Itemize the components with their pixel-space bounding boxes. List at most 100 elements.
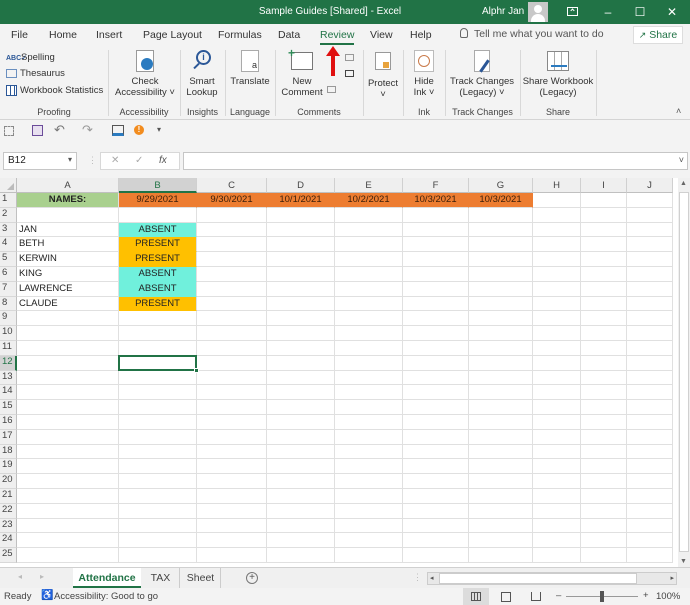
cell-j11[interactable] [627, 341, 673, 356]
cell-g12[interactable] [469, 355, 533, 371]
select-all-button[interactable] [0, 178, 17, 193]
scroll-up-icon[interactable]: ▲ [680, 180, 687, 187]
cell-g7[interactable] [469, 281, 533, 297]
cell-j9[interactable] [627, 311, 673, 327]
cell-a9[interactable] [17, 311, 119, 327]
scroll-right-icon[interactable]: ▸ [670, 574, 674, 582]
tab-file[interactable]: File [11, 29, 28, 41]
cell-a20[interactable] [17, 474, 119, 489]
tell-me-search[interactable]: Tell me what you want to do [460, 28, 604, 40]
cell-e20[interactable] [335, 474, 403, 489]
cell-a10[interactable] [17, 326, 119, 341]
tab-data[interactable]: Data [278, 29, 300, 41]
cell-f17[interactable] [403, 429, 469, 445]
save-icon[interactable] [32, 125, 43, 136]
thesaurus-button[interactable]: Thesaurus [6, 68, 65, 79]
row-header-7[interactable]: 7 [0, 281, 17, 297]
cell-h3[interactable] [533, 222, 581, 238]
zoom-out-button[interactable]: – [556, 590, 561, 601]
zoom-slider-thumb[interactable] [600, 591, 604, 602]
cell-e21[interactable] [335, 489, 403, 504]
cell-e6[interactable] [335, 267, 403, 282]
cell-b24[interactable] [119, 533, 197, 549]
row-header-2[interactable]: 2 [0, 207, 17, 223]
cell-a19[interactable] [17, 459, 119, 475]
cell-a21[interactable] [17, 489, 119, 504]
cell-f7[interactable] [403, 281, 469, 297]
cell-j16[interactable] [627, 415, 673, 430]
cell-h21[interactable] [533, 489, 581, 504]
cell-e3[interactable] [335, 222, 403, 238]
cell-b18[interactable] [119, 444, 197, 460]
cell-b10[interactable] [119, 326, 197, 341]
page-break-view-icon[interactable] [531, 592, 541, 601]
cell-a4[interactable]: BETH [17, 237, 119, 253]
cell-i25[interactable] [581, 548, 627, 563]
cell-e16[interactable] [335, 415, 403, 430]
cell-b25[interactable] [119, 548, 197, 563]
cell-c23[interactable] [197, 518, 267, 534]
cell-j23[interactable] [627, 518, 673, 534]
cell-c8[interactable] [197, 296, 267, 312]
cell-g5[interactable] [469, 252, 533, 267]
cell-c7[interactable] [197, 281, 267, 297]
row-header-6[interactable]: 6 [0, 267, 17, 282]
cell-g24[interactable] [469, 533, 533, 549]
row-header-9[interactable]: 9 [0, 311, 17, 327]
cell-h1[interactable] [533, 193, 581, 208]
cell-f15[interactable] [403, 400, 469, 415]
cell-f4[interactable] [403, 237, 469, 253]
row-header-23[interactable]: 23 [0, 518, 17, 534]
column-header-j[interactable]: J [627, 178, 673, 193]
cell-h15[interactable] [533, 400, 581, 415]
cell-j2[interactable] [627, 207, 673, 223]
cell-i5[interactable] [581, 252, 627, 267]
cell-f14[interactable] [403, 385, 469, 401]
warning-icon[interactable]: ! [134, 125, 144, 135]
cell-i11[interactable] [581, 341, 627, 356]
cell-j10[interactable] [627, 326, 673, 341]
cell-i14[interactable] [581, 385, 627, 401]
cell-g13[interactable] [469, 370, 533, 386]
cell-e1[interactable]: 10/2/2021 [335, 193, 403, 208]
cell-d11[interactable] [267, 341, 335, 356]
cell-g14[interactable] [469, 385, 533, 401]
cell-d24[interactable] [267, 533, 335, 549]
row-header-11[interactable]: 11 [0, 341, 17, 356]
cell-j21[interactable] [627, 489, 673, 504]
cell-h22[interactable] [533, 503, 581, 519]
cell-c2[interactable] [197, 207, 267, 223]
cell-e8[interactable] [335, 296, 403, 312]
cell-h13[interactable] [533, 370, 581, 386]
vertical-scrollbar[interactable]: ▲ ▼ [678, 178, 690, 567]
cell-d6[interactable] [267, 267, 335, 282]
column-header-h[interactable]: H [533, 178, 581, 193]
collapse-ribbon-button[interactable]: ˄ [676, 106, 681, 116]
row-header-15[interactable]: 15 [0, 400, 17, 415]
cell-h8[interactable] [533, 296, 581, 312]
cell-e24[interactable] [335, 533, 403, 549]
spelling-button[interactable]: ABC✓ Spelling [6, 52, 55, 63]
sheet-tab-attendance[interactable]: Attendance [73, 568, 141, 588]
cell-b17[interactable] [119, 429, 197, 445]
cell-g19[interactable] [469, 459, 533, 475]
cell-j12[interactable] [627, 355, 673, 371]
column-header-a[interactable]: A [17, 178, 119, 193]
sheet-tab-sheet[interactable]: Sheet [181, 568, 221, 588]
scroll-down-icon[interactable]: ▼ [680, 558, 687, 565]
cell-g16[interactable] [469, 415, 533, 430]
cell-b11[interactable] [119, 341, 197, 356]
cell-c25[interactable] [197, 548, 267, 563]
page-layout-view-icon[interactable] [501, 592, 511, 602]
row-header-19[interactable]: 19 [0, 459, 17, 475]
cell-e10[interactable] [335, 326, 403, 341]
user-name[interactable]: Alphr Jan [482, 6, 524, 17]
cell-d3[interactable] [267, 222, 335, 238]
cell-i21[interactable] [581, 489, 627, 504]
cell-a11[interactable] [17, 341, 119, 356]
cell-c16[interactable] [197, 415, 267, 430]
cell-b21[interactable] [119, 489, 197, 504]
fill-handle[interactable] [194, 367, 199, 373]
cell-b19[interactable] [119, 459, 197, 475]
cell-i4[interactable] [581, 237, 627, 253]
